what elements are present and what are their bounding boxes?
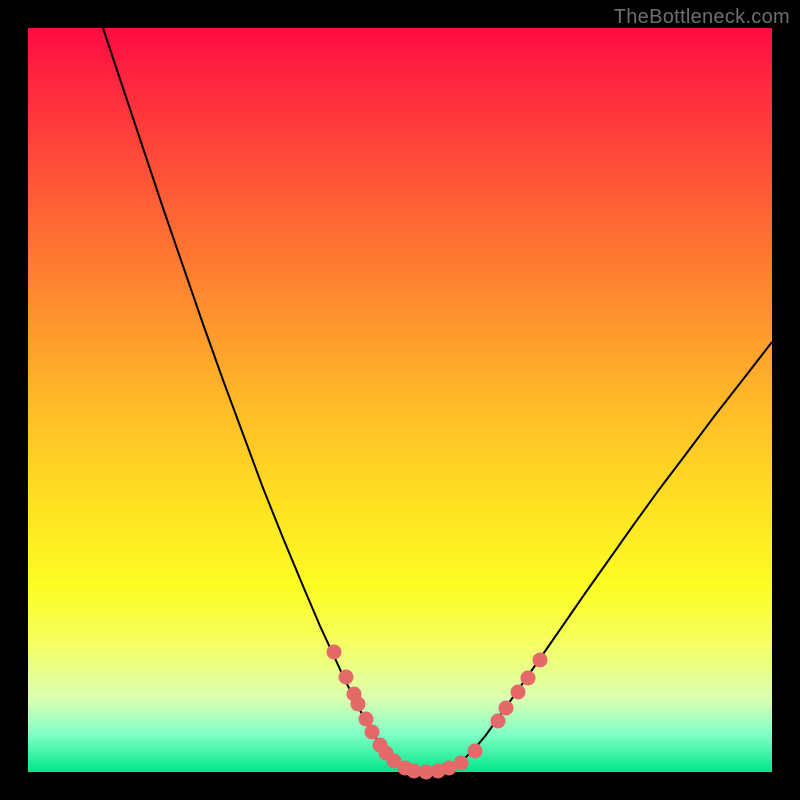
chart-area: [28, 28, 772, 772]
watermark-text: TheBottleneck.com: [614, 6, 790, 29]
data-marker: [491, 714, 506, 729]
data-marker: [499, 701, 514, 716]
data-marker: [468, 744, 483, 759]
bottleneck-curve: [103, 28, 772, 772]
markers-group: [327, 645, 548, 780]
data-marker: [533, 653, 548, 668]
chart-svg: [28, 28, 772, 772]
data-marker: [365, 725, 380, 740]
data-marker: [511, 685, 526, 700]
data-marker: [521, 671, 536, 686]
data-marker: [351, 697, 366, 712]
data-marker: [327, 645, 342, 660]
data-marker: [359, 712, 374, 727]
data-marker: [454, 756, 469, 771]
data-marker: [339, 670, 354, 685]
